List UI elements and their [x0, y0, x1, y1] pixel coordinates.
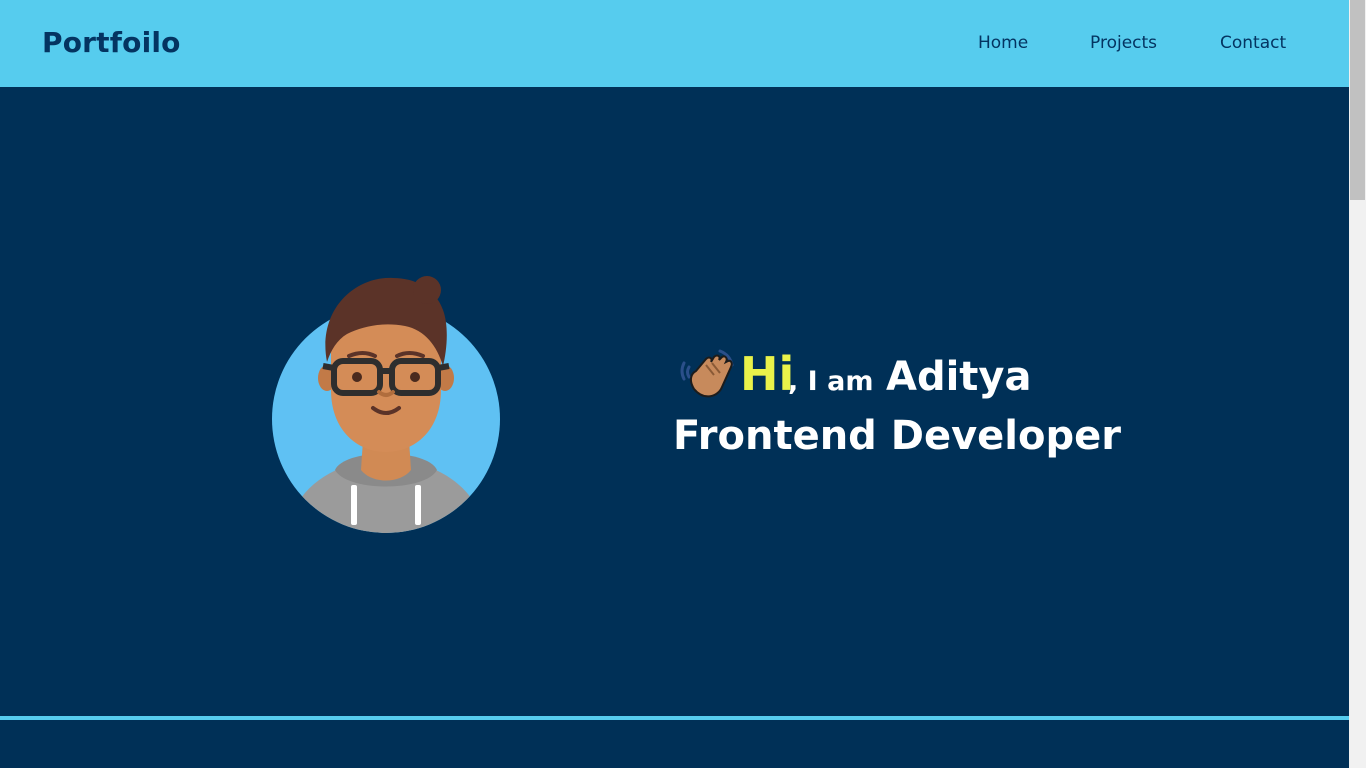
greeting-hi: Hi — [740, 347, 795, 401]
scrollbar-thumb[interactable] — [1350, 0, 1365, 200]
page: Portfoilo Home Projects Contact Hi , I a… — [0, 0, 1349, 768]
nav-link-home[interactable]: Home — [978, 33, 1028, 53]
greeting-intro: , I am — [788, 366, 874, 397]
navbar: Portfoilo Home Projects Contact — [0, 0, 1349, 87]
nav-link-projects[interactable]: Projects — [1090, 33, 1157, 53]
hero-name: Aditya — [886, 354, 1032, 400]
brand-logo[interactable]: Portfoilo — [42, 26, 181, 59]
nav-link-contact[interactable]: Contact — [1220, 33, 1286, 53]
waving-hand-icon — [676, 345, 736, 405]
avatar — [265, 270, 505, 535]
section-divider — [0, 716, 1349, 720]
hero-role: Frontend Developer — [673, 413, 1121, 459]
